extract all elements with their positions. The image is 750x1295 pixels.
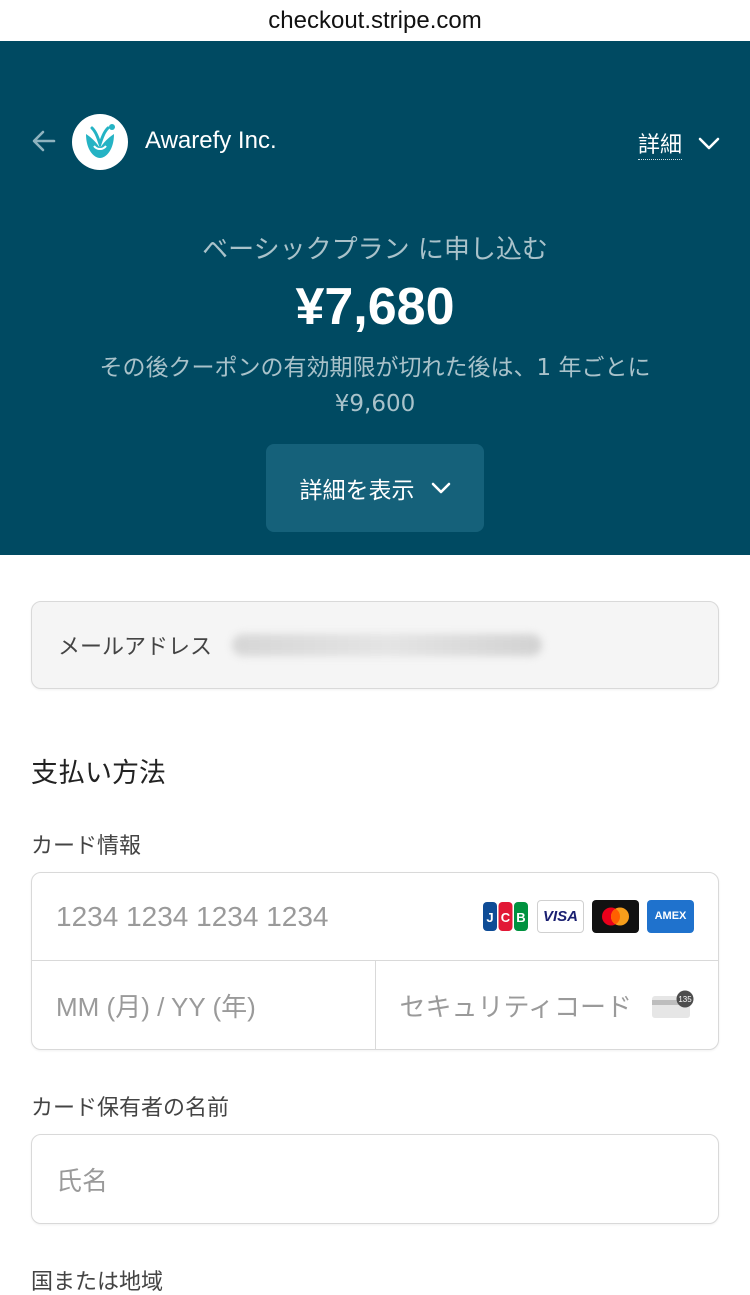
cvc-input[interactable]: セキュリティコード 135 — [376, 961, 719, 1049]
chevron-down-icon — [698, 137, 720, 149]
card-row-expiry-cvc: MM (月) / YY (年) セキュリティコード 135 — [32, 961, 718, 1049]
plan-title: ベーシックプラン に申し込む — [202, 235, 548, 265]
amex-icon: AMEX — [647, 900, 694, 933]
visa-label: VISA — [542, 908, 578, 925]
card-input-group: 1234 1234 1234 1234 J C B VISA AMEX MM (… — [31, 872, 719, 1050]
jcb-letter-c: C — [501, 910, 511, 925]
jcb-letter-b: B — [516, 910, 525, 925]
amex-label: AMEX — [654, 910, 687, 922]
expiry-input[interactable]: MM (月) / YY (年) — [32, 961, 376, 1049]
back-arrow-icon[interactable] — [30, 127, 58, 155]
company-name[interactable]: Awarefy Inc. — [145, 127, 277, 155]
jcb-letter-j: J — [486, 910, 493, 925]
visa-icon: VISA — [537, 900, 584, 933]
card-info-label: カード情報 — [31, 834, 142, 859]
chevron-down-icon — [431, 482, 450, 493]
cardholder-label: カード保有者の名前 — [31, 1096, 230, 1121]
checkout-header: Awarefy Inc. 詳細 ベーシックプラン に申し込む ¥7,680 その… — [0, 41, 750, 555]
browser-url-bar[interactable]: checkout.stripe.com — [0, 0, 750, 41]
card-number-placeholder: 1234 1234 1234 1234 — [56, 900, 329, 932]
top-bar: Awarefy Inc. 詳細 — [0, 41, 750, 170]
jcb-icon: J C B — [482, 900, 529, 933]
mastercard-icon — [592, 900, 639, 933]
price: ¥7,680 — [295, 278, 455, 336]
email-label: メールアドレス — [58, 635, 213, 660]
cvc-icon-text: 135 — [678, 995, 692, 1004]
show-details-button[interactable]: 詳細を表示 — [266, 444, 484, 532]
cvc-card-icon: 135 — [652, 990, 694, 1018]
cvc-placeholder: セキュリティコード — [399, 991, 632, 1022]
cardholder-placeholder: 氏名 — [56, 1165, 109, 1196]
card-brands: J C B VISA AMEX — [482, 900, 694, 933]
renewal-line-2: ¥9,600 — [334, 391, 416, 417]
show-details-label: 詳細を表示 — [299, 478, 415, 504]
payment-method-title: 支払い方法 — [31, 758, 166, 789]
details-toggle-label: 詳細 — [637, 127, 682, 160]
email-field[interactable]: メールアドレス — [31, 601, 719, 689]
renewal-line-1: その後クーポンの有効期限が切れた後は、1 年ごとに — [99, 355, 651, 381]
url-text: checkout.stripe.com — [268, 6, 482, 34]
payment-form: メールアドレス 支払い方法 カード情報 1234 1234 1234 1234 … — [0, 601, 750, 1295]
country-label: 国または地域 — [31, 1270, 164, 1295]
card-number-input[interactable]: 1234 1234 1234 1234 J C B VISA AMEX — [32, 873, 718, 961]
cardholder-name-input[interactable]: 氏名 — [31, 1134, 719, 1224]
awarefy-logo-icon — [72, 114, 128, 170]
expiry-placeholder: MM (月) / YY (年) — [56, 991, 256, 1022]
renewal-text: その後クーポンの有効期限が切れた後は、1 年ごとに ¥9,600 — [40, 350, 710, 422]
details-toggle[interactable]: 詳細 — [637, 127, 720, 160]
email-value-redacted — [232, 634, 543, 656]
